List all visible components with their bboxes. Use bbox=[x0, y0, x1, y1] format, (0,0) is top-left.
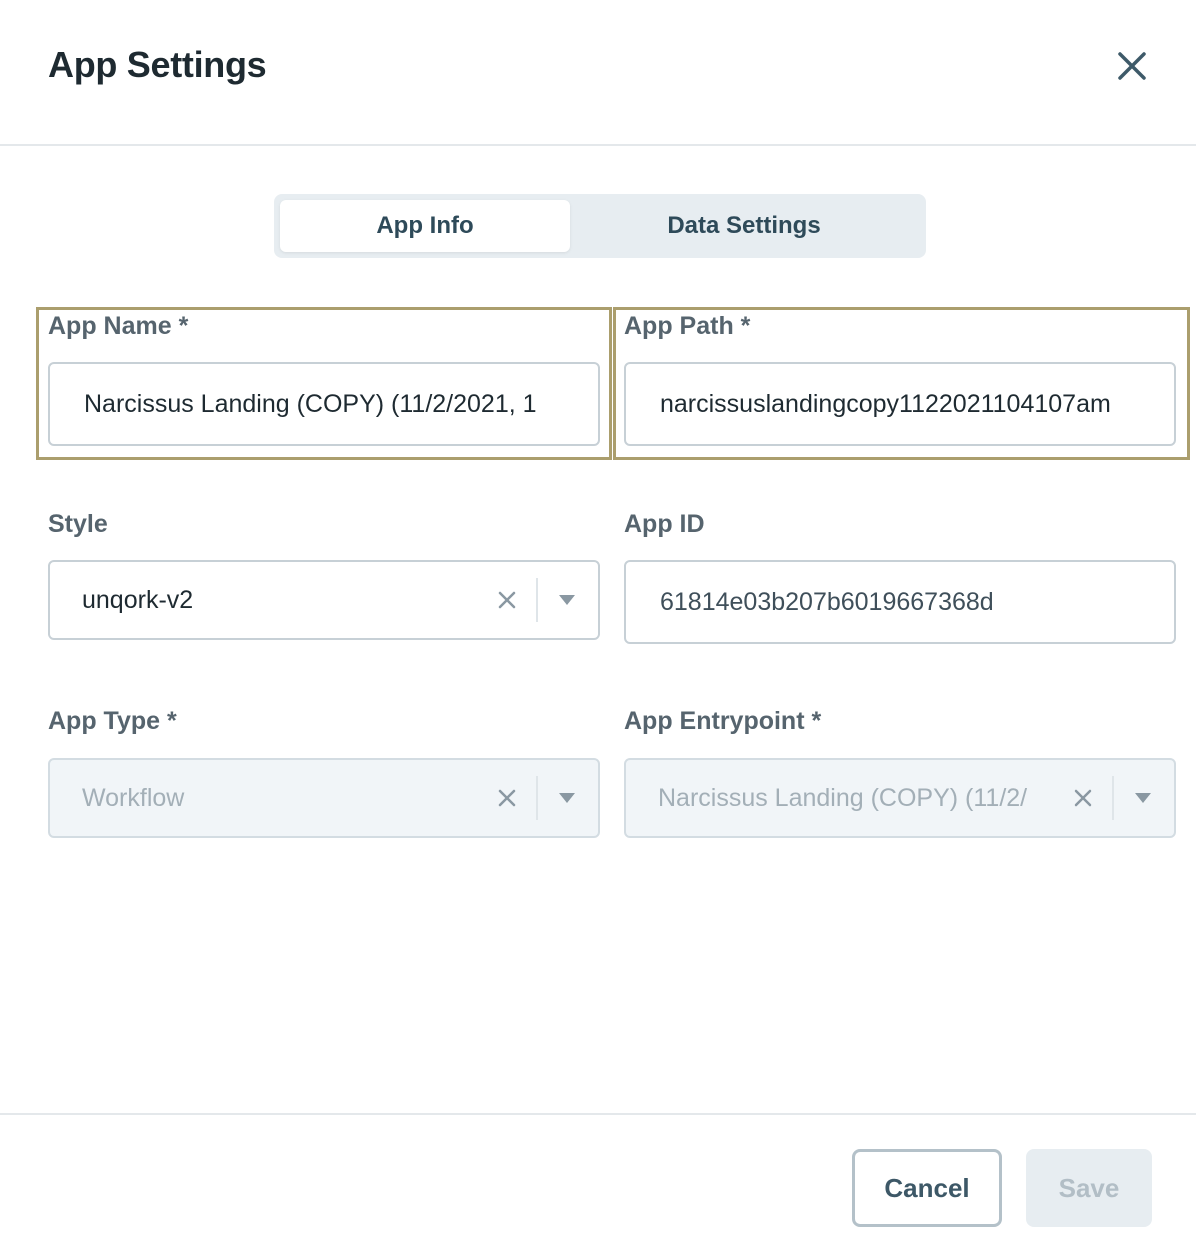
save-button[interactable]: Save bbox=[1026, 1149, 1152, 1227]
app-entrypoint-label: App Entrypoint * bbox=[624, 707, 822, 735]
app-entrypoint-select[interactable]: Narcissus Landing (COPY) (11/2/ bbox=[624, 758, 1176, 838]
dialog-header: App Settings bbox=[0, 0, 1196, 146]
cancel-button[interactable]: Cancel bbox=[852, 1149, 1002, 1227]
clear-icon[interactable] bbox=[496, 787, 518, 809]
app-path-label: App Path * bbox=[624, 312, 751, 340]
app-entrypoint-value: Narcissus Landing (COPY) (11/2/ bbox=[658, 783, 1028, 812]
dialog-title: App Settings bbox=[48, 44, 267, 85]
app-type-value: Workflow bbox=[82, 783, 185, 812]
close-button[interactable] bbox=[1110, 44, 1154, 88]
app-type-label: App Type * bbox=[48, 707, 177, 735]
select-divider bbox=[536, 578, 538, 622]
clear-icon[interactable] bbox=[496, 589, 518, 611]
style-value: unqork-v2 bbox=[82, 585, 194, 614]
tab-bar: App Info Data Settings bbox=[274, 194, 926, 258]
close-icon bbox=[1118, 52, 1146, 80]
app-id-field: 61814e03b207b6019667368d bbox=[624, 560, 1176, 644]
app-name-input[interactable]: Narcissus Landing (COPY) (11/2/2021, 1 bbox=[48, 362, 600, 446]
chevron-down-icon[interactable] bbox=[559, 595, 575, 605]
app-id-value: 61814e03b207b6019667368d bbox=[660, 587, 994, 616]
app-id-label: App ID bbox=[624, 510, 705, 538]
chevron-down-icon[interactable] bbox=[1135, 793, 1151, 803]
select-divider bbox=[536, 776, 538, 820]
app-name-value: Narcissus Landing (COPY) (11/2/2021, 1 bbox=[84, 389, 537, 418]
tab-data-settings[interactable]: Data Settings bbox=[582, 200, 906, 252]
style-label: Style bbox=[48, 510, 108, 538]
select-divider bbox=[1112, 776, 1114, 820]
app-name-label: App Name * bbox=[48, 312, 189, 340]
app-type-select[interactable]: Workflow bbox=[48, 758, 600, 838]
tab-app-info[interactable]: App Info bbox=[280, 200, 570, 252]
app-path-value: narcissuslandingcopy1122021104107am bbox=[660, 389, 1111, 418]
style-select[interactable]: unqork-v2 bbox=[48, 560, 600, 640]
clear-icon[interactable] bbox=[1072, 787, 1094, 809]
footer-divider bbox=[0, 1113, 1196, 1115]
app-path-input[interactable]: narcissuslandingcopy1122021104107am bbox=[624, 362, 1176, 446]
chevron-down-icon[interactable] bbox=[559, 793, 575, 803]
